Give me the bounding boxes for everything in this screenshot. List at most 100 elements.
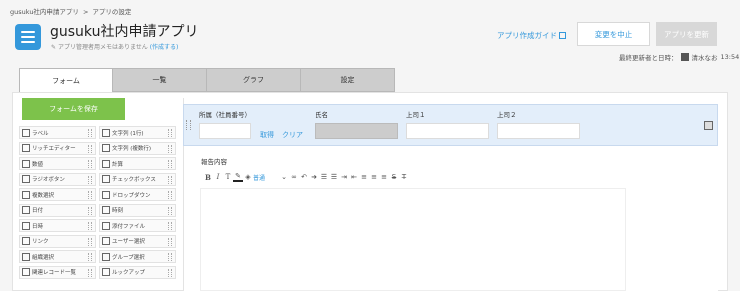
drag-grip-icon [168, 175, 172, 184]
tab-list[interactable]: 一覧 [113, 68, 207, 92]
bulleted-list-icon[interactable]: ☰ [329, 173, 339, 181]
drag-grip-icon [88, 144, 92, 153]
app-title: gusuku社内申請アプリ [50, 24, 199, 40]
strikethrough-icon[interactable]: S [389, 173, 399, 181]
align-right-icon[interactable]: ≡ [379, 173, 389, 181]
font-size-select[interactable]: 普通 [253, 173, 279, 182]
memo-create-link[interactable]: (作成する) [150, 44, 179, 51]
bold-icon[interactable]: B [203, 173, 213, 182]
text-color-icon[interactable]: ✎ [233, 172, 243, 182]
update-app-button[interactable]: アプリを更新 [656, 22, 717, 46]
palette-item-number[interactable]: 数値 [19, 157, 96, 170]
drag-grip-icon [168, 129, 172, 137]
palette-item-lookup[interactable]: ルックアップ [99, 265, 176, 279]
palette-item-label[interactable]: ラベル [19, 126, 96, 139]
rich-editor-icon [22, 144, 30, 152]
datetime-icon [22, 221, 30, 230]
palette-item-single-line-text[interactable]: 文字列 (1行) [99, 126, 176, 139]
palette-item-datetime[interactable]: 日時 [19, 219, 96, 232]
palette-item-multi-line-text[interactable]: 文字列 (複数行) [99, 141, 176, 155]
chevron-down-icon[interactable]: ⌄ [279, 173, 289, 181]
palette-item-label: 日付 [32, 208, 44, 214]
palette-item-org-select[interactable]: 組織選択 [19, 250, 96, 263]
breadcrumb: gusuku社内申請アプリ > アプリの設定 [10, 6, 131, 16]
drag-grip-icon [88, 222, 92, 230]
drag-grip-icon [168, 206, 172, 215]
drag-grip-icon [168, 222, 172, 230]
user-select-icon [102, 237, 110, 245]
fetch-link[interactable]: 取得 [260, 130, 274, 140]
palette-item-date[interactable]: 日付 [19, 203, 96, 217]
palette-item-dropdown[interactable]: ドロップダウン [99, 188, 176, 201]
table-icon[interactable] [704, 121, 713, 130]
palette-item-multi-select[interactable]: 複数選択 [19, 188, 96, 201]
palette-item-label: リッチエディター [32, 146, 76, 152]
link-icon [22, 237, 30, 245]
drag-grip-icon [168, 144, 172, 153]
updated-time: 13:54 [720, 53, 740, 61]
clear-format-icon[interactable]: T̶ [399, 173, 409, 181]
tab-graph[interactable]: グラフ [207, 68, 301, 92]
drag-grip-icon [88, 253, 92, 261]
drag-grip-icon [88, 129, 92, 137]
rich-text-editor-area[interactable] [200, 188, 626, 291]
row-drag-handle[interactable] [186, 120, 191, 130]
multi-line-text-icon [102, 144, 110, 152]
app-memo: ✎ アプリ管理者用メモはありません (作成する) [51, 42, 178, 51]
palette-item-group-select[interactable]: グループ選択 [99, 250, 176, 263]
updated-user[interactable]: 清水なお [692, 52, 718, 62]
updated-label: 最終更新者と日時： [619, 54, 678, 62]
app-guide-link[interactable]: アプリ作成ガイド [497, 30, 566, 41]
palette-item-attachment[interactable]: 添付ファイル [99, 219, 176, 232]
cancel-changes-button[interactable]: 変更を中止 [577, 22, 650, 46]
drag-grip-icon [88, 160, 92, 168]
palette-item-rich-editor[interactable]: リッチエディター [19, 141, 96, 155]
palette-item-radio[interactable]: ラジオボタン [19, 172, 96, 186]
memo-text: アプリ管理者用メモはありません [57, 44, 148, 51]
align-left-icon[interactable]: ≡ [359, 173, 369, 181]
clear-link[interactable]: クリア [282, 130, 303, 140]
undo-icon[interactable]: ↶ [299, 173, 309, 181]
palette-item-checkbox[interactable]: チェックボックス [99, 172, 176, 186]
palette-item-label: 複数選択 [32, 192, 55, 199]
boss2-input[interactable] [497, 123, 580, 139]
boss1-input[interactable] [406, 123, 489, 139]
app-list-icon [15, 24, 41, 50]
breadcrumb-current: アプリの設定 [92, 8, 132, 16]
report-field-label: 報告内容 [201, 158, 227, 166]
palette-item-label: グループ選択 [112, 254, 145, 261]
numbered-list-icon[interactable]: ☰ [319, 173, 329, 181]
drag-grip-icon [88, 268, 92, 277]
indent-icon[interactable]: ⇥ [339, 173, 349, 181]
dropdown-icon [102, 190, 110, 199]
drag-grip-icon [168, 237, 172, 246]
tab-form[interactable]: フォーム [19, 68, 113, 93]
drag-grip-icon [88, 206, 92, 215]
number-icon [22, 159, 30, 168]
palette-item-time[interactable]: 時刻 [99, 203, 176, 217]
tab-settings[interactable]: 設定 [301, 68, 395, 92]
breadcrumb-app-link[interactable]: gusuku社内申請アプリ [10, 8, 79, 16]
external-link-icon [559, 32, 566, 39]
name-input[interactable] [315, 123, 398, 139]
save-form-button[interactable]: フォームを保存 [22, 98, 125, 120]
link-icon[interactable]: ∞ [289, 173, 299, 181]
italic-icon[interactable]: I [213, 173, 223, 181]
single-line-text-icon [102, 128, 110, 137]
highlight-icon[interactable]: ◈ [243, 173, 253, 181]
palette-item-label: 組織選択 [32, 254, 55, 261]
palette-item-user-select[interactable]: ユーザー選択 [99, 234, 176, 248]
redo-icon[interactable]: ➜ [309, 173, 319, 181]
label-icon [22, 128, 30, 137]
dept-input[interactable] [199, 123, 251, 139]
palette-item-related-records[interactable]: 関連レコード一覧 [19, 265, 96, 279]
group-select-icon [102, 252, 110, 261]
attachment-icon [102, 221, 110, 230]
palette-item-calc[interactable]: 計算 [99, 157, 176, 170]
drag-grip-icon [168, 191, 172, 199]
palette-item-link[interactable]: リンク [19, 234, 96, 248]
outdent-icon[interactable]: ⇤ [349, 173, 359, 181]
align-center-icon[interactable]: ≡ [369, 173, 379, 181]
pencil-icon: ✎ [51, 44, 57, 51]
text-style-icon[interactable]: T [223, 173, 233, 181]
